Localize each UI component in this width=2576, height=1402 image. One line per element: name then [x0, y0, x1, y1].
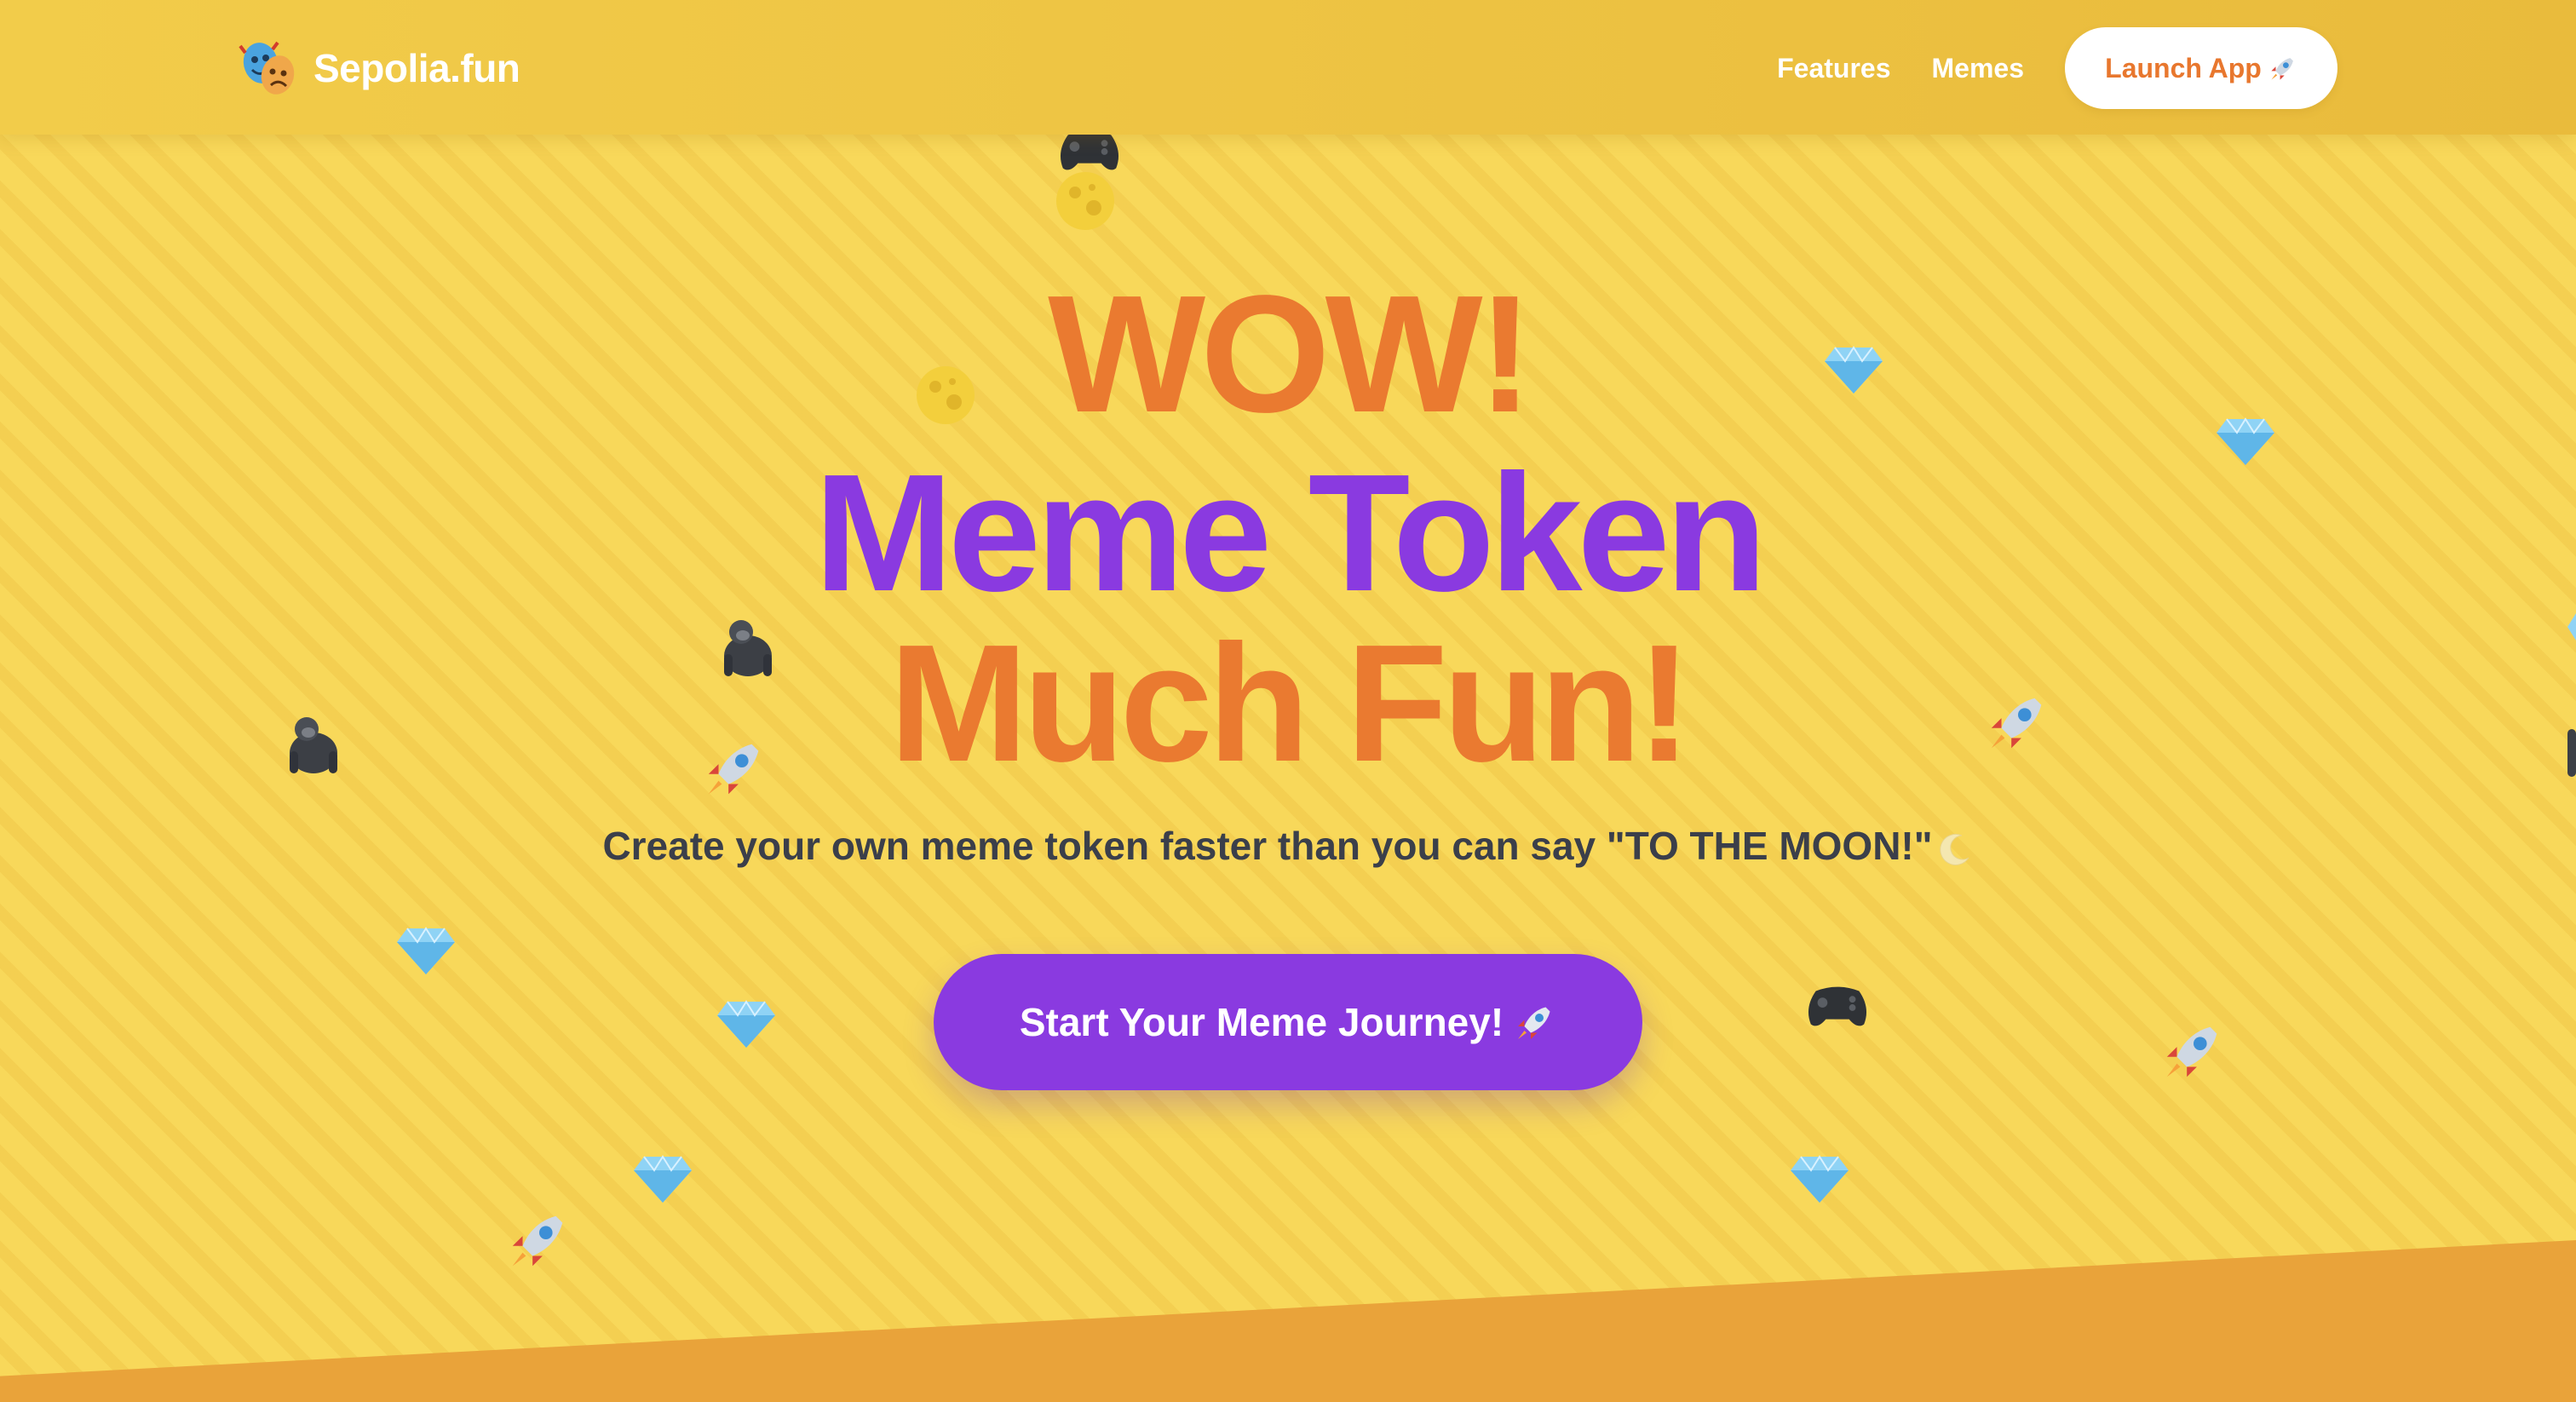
diamond-icon [716, 998, 777, 1049]
brand-name: Sepolia.fun [313, 46, 520, 90]
diamond-icon [1789, 1153, 1850, 1204]
launch-app-button[interactable]: Launch App [2065, 27, 2337, 109]
start-journey-button[interactable]: Start Your Meme Journey! [934, 954, 1642, 1090]
launch-app-label: Launch App [2105, 52, 2262, 83]
gamepad-icon [1804, 978, 1871, 1034]
crescent-moon-icon [1936, 830, 1974, 868]
diamond-icon [395, 925, 457, 976]
diamond-icon [632, 1153, 693, 1204]
hero-tagline: Create your own meme token faster than y… [0, 823, 2576, 869]
brand[interactable]: Sepolia.fun [239, 37, 520, 99]
tagline-text: Create your own meme token faster than y… [602, 824, 1933, 868]
start-journey-label: Start Your Meme Journey! [1019, 1000, 1504, 1044]
main-nav: Features Memes Launch App [1777, 27, 2337, 109]
headline-wow: WOW! [1048, 261, 1533, 447]
rocket-icon [2268, 54, 2297, 83]
performing-arts-masks-icon [239, 37, 300, 99]
nav-link-features[interactable]: Features [1777, 53, 1890, 84]
bottom-wave-band [0, 1240, 2576, 1402]
headline-much-fun: Much Fun! [888, 610, 1693, 796]
nav-link-memes[interactable]: Memes [1932, 53, 2025, 84]
moon-icon [1055, 170, 1116, 232]
rocket-icon [506, 1206, 572, 1273]
headline-meme-token: Meme Token [814, 440, 1768, 626]
rocket-icon [2160, 1017, 2227, 1083]
top-navbar: Sepolia.fun Features Memes Launch App [0, 0, 2576, 135]
rocket-icon [1514, 1001, 1556, 1043]
